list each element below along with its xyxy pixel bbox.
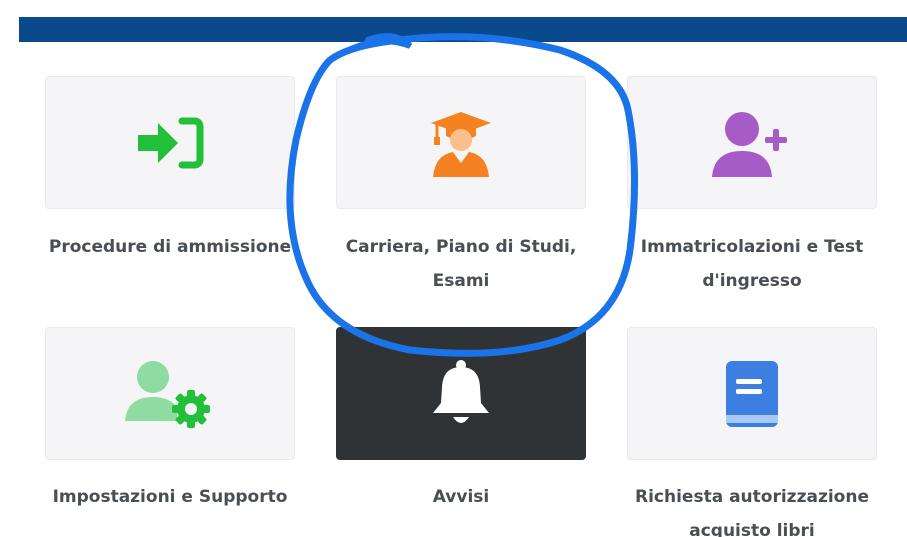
sign-in-icon [134, 113, 206, 173]
tile-avvisi[interactable] [336, 327, 586, 460]
tile-label-richiesta-libri[interactable]: Richiesta autorizzazione acquisto libri [607, 480, 897, 537]
tile-label-procedure[interactable]: Procedure di ammissione [25, 230, 315, 264]
tile-impostazioni[interactable] [45, 327, 295, 460]
tile-label-avvisi[interactable]: Avvisi [316, 480, 606, 514]
user-gear-icon [125, 359, 215, 429]
tile-carriera[interactable] [336, 76, 586, 209]
tile-label-immatricolazioni[interactable]: Immatricolazioni e Test d'ingresso [607, 230, 897, 298]
user-plus-icon [712, 109, 792, 177]
tile-procedure-ammissione[interactable] [45, 76, 295, 209]
tile-label-carriera[interactable]: Carriera, Piano di Studi, Esami [316, 230, 606, 298]
dashboard-page: Procedure di ammissione Carriera, Piano … [0, 0, 907, 537]
tile-richiesta-libri[interactable] [627, 327, 877, 460]
tile-immatricolazioni[interactable] [627, 76, 877, 209]
header-bar [19, 17, 907, 42]
bell-icon [429, 359, 493, 429]
book-icon [722, 359, 782, 429]
tile-label-impostazioni[interactable]: Impostazioni e Supporto [25, 480, 315, 514]
graduate-icon [429, 109, 493, 177]
